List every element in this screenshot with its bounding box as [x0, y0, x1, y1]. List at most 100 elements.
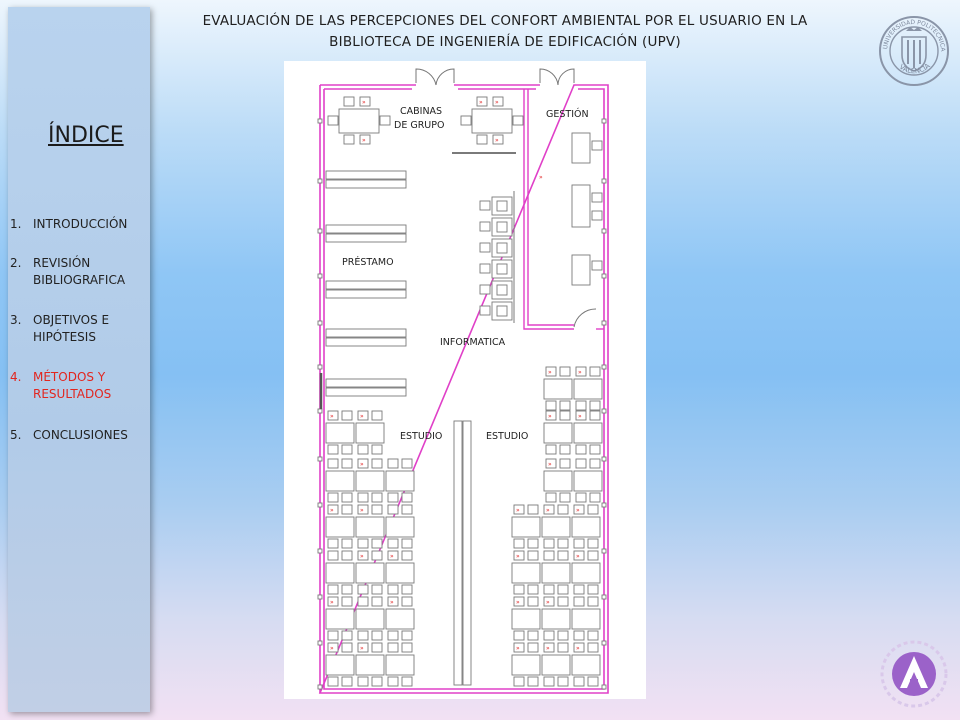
pillar — [601, 364, 607, 370]
sidebar: ÍNDICE 1. INTRODUCCIÓN 2. REVISIÓN BIBLI… — [8, 7, 150, 712]
chair — [371, 642, 383, 653]
study-table — [571, 608, 601, 630]
chair — [557, 584, 569, 595]
chair — [387, 538, 399, 549]
chair — [327, 550, 339, 561]
title-line-1: EVALUACIÓN DE LAS PERCEPCIONES DEL CONFO… — [202, 13, 808, 29]
chair — [371, 550, 383, 561]
chair — [371, 458, 383, 469]
chair — [589, 444, 601, 455]
chair — [527, 630, 539, 641]
computer — [496, 221, 508, 233]
study-table — [355, 562, 385, 584]
study-table — [325, 422, 355, 444]
bookshelf — [325, 337, 407, 347]
label-it: INFORMATICA — [440, 337, 506, 348]
pillar — [601, 640, 607, 646]
pillar — [601, 118, 607, 124]
chair — [589, 400, 601, 411]
central-shelf — [462, 420, 472, 686]
chair — [575, 458, 587, 469]
computer — [496, 305, 508, 317]
chair — [589, 458, 601, 469]
label-study-left: ESTUDIO — [400, 431, 442, 442]
pillar — [601, 408, 607, 414]
sensor-marker: » — [362, 137, 366, 144]
chair — [573, 676, 585, 687]
chair — [543, 538, 555, 549]
study-table — [511, 562, 541, 584]
menu-item-number: 4. — [10, 370, 22, 384]
chair — [341, 642, 353, 653]
chair — [371, 584, 383, 595]
computer — [496, 284, 508, 296]
chair — [327, 115, 339, 126]
sensor-marker: » — [330, 413, 334, 420]
chair — [341, 550, 353, 561]
menu-item-label: INTRODUCCIÓN — [33, 217, 128, 231]
chair — [357, 630, 369, 641]
chair — [341, 676, 353, 687]
chair — [371, 410, 383, 421]
sensor-marker: » — [576, 507, 580, 514]
chair — [527, 676, 539, 687]
pillar — [317, 228, 323, 234]
chair — [327, 630, 339, 641]
study-table — [541, 516, 571, 538]
study-table — [571, 654, 601, 676]
study-table — [385, 516, 415, 538]
menu-item-label: OBJETIVOS E HIPÓTESIS — [33, 313, 110, 344]
presentation-title: EVALUACIÓN DE LAS PERCEPCIONES DEL CONFO… — [185, 11, 825, 53]
chair — [327, 584, 339, 595]
chair — [341, 444, 353, 455]
chair — [513, 538, 525, 549]
sensor-marker: » — [360, 645, 364, 652]
bookshelf — [325, 233, 407, 243]
chair — [575, 400, 587, 411]
chair — [573, 538, 585, 549]
title-line-2: BIBLIOTECA DE INGENIERÍA DE EDIFICACIÓN … — [329, 34, 681, 50]
chair — [573, 630, 585, 641]
study-table — [325, 654, 355, 676]
chair — [559, 410, 571, 421]
pillar — [317, 118, 323, 124]
pillar — [601, 548, 607, 554]
chair — [357, 596, 369, 607]
menu-item-number: 3. — [10, 313, 22, 327]
chair — [557, 504, 569, 515]
index-title: ÍNDICE — [48, 123, 124, 148]
chair — [341, 630, 353, 641]
study-table — [385, 608, 415, 630]
chair — [341, 458, 353, 469]
chair — [543, 676, 555, 687]
pillar — [601, 502, 607, 508]
sensor-marker: » — [516, 599, 520, 606]
chair — [379, 115, 391, 126]
study-table — [573, 378, 603, 400]
chair — [479, 284, 491, 295]
computer — [496, 263, 508, 275]
chair — [587, 538, 599, 549]
sensor-marker: » — [546, 645, 550, 652]
chair — [371, 504, 383, 515]
chair — [479, 242, 491, 253]
chair — [527, 504, 539, 515]
label-group-cabins-line2: DE GRUPO — [394, 120, 444, 131]
sensor-marker: » — [516, 645, 520, 652]
sensor-marker: » — [495, 99, 499, 106]
bookshelf — [325, 289, 407, 299]
sensor-marker: » — [360, 461, 364, 468]
sensor-marker: » — [330, 645, 334, 652]
study-table — [571, 562, 601, 584]
chair — [587, 676, 599, 687]
chair — [341, 492, 353, 503]
chair — [341, 584, 353, 595]
chair — [527, 550, 539, 561]
chair — [327, 458, 339, 469]
study-table — [325, 608, 355, 630]
university-seal-logo: UNIVERSIDAD POLITECNICA VALENCIA — [879, 16, 949, 86]
chair — [479, 305, 491, 316]
chair — [527, 538, 539, 549]
pillar — [601, 273, 607, 279]
study-table — [573, 422, 603, 444]
